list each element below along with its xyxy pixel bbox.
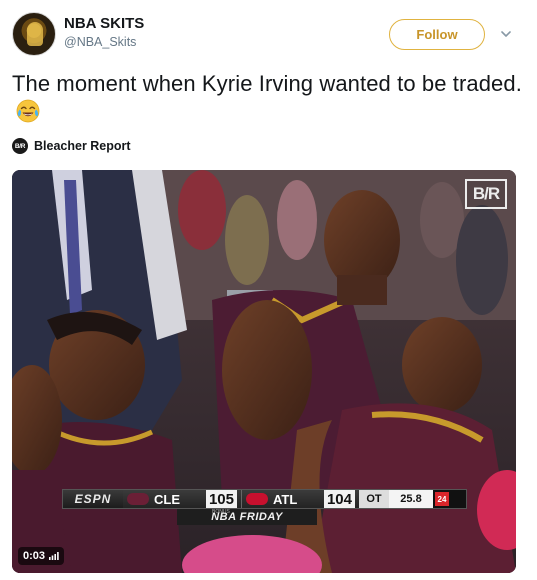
video-duration: 0:03 xyxy=(23,550,46,562)
media-source[interactable]: B/R Bleacher Report xyxy=(12,138,131,154)
video-player[interactable]: B/R ESPN CLE 105 ATL 104 OT 25.8 24 NBA … xyxy=(12,170,516,573)
face-with-tears-of-joy-icon xyxy=(16,99,40,123)
home-score: 105 xyxy=(205,490,237,508)
tweet-header: NBA SKITS @NBA_Skits Follow xyxy=(12,12,525,58)
display-name[interactable]: NBA SKITS xyxy=(64,15,144,32)
network-logo: ESPN xyxy=(63,490,123,508)
source-name[interactable]: Bleacher Report xyxy=(34,139,131,153)
volume-bars-icon xyxy=(49,552,59,560)
source-badge: B/R xyxy=(12,138,28,154)
scorebug: ESPN CLE 105 ATL 104 OT 25.8 24 xyxy=(62,489,467,509)
game-period: OT xyxy=(359,490,389,508)
home-team-abbr: CLE xyxy=(154,491,180,507)
shot-clock: 24 xyxy=(435,492,449,506)
tweet-text: The moment when Kyrie Irving wanted to b… xyxy=(12,70,525,126)
user-handle[interactable]: @NBA_Skits xyxy=(64,35,136,49)
away-team: ATL 104 xyxy=(241,490,359,508)
bonus-indicator: BONUS xyxy=(212,509,230,515)
broadcast-subtitle: NBA FRIDAY xyxy=(177,509,317,525)
video-duration-badge: 0:03 xyxy=(18,547,65,565)
away-team-abbr: ATL xyxy=(273,491,298,507)
game-clock: 25.8 xyxy=(389,490,433,508)
avatar[interactable] xyxy=(12,12,56,56)
bleacher-report-watermark: B/R xyxy=(465,179,507,209)
hawks-logo-icon xyxy=(246,493,268,505)
chevron-down-icon[interactable] xyxy=(499,27,513,41)
follow-button[interactable]: Follow xyxy=(389,19,485,50)
tweet-body: The moment when Kyrie Irving wanted to b… xyxy=(12,71,522,96)
cavaliers-logo-icon xyxy=(127,493,149,505)
home-team: CLE 105 xyxy=(123,490,241,508)
away-score: 104 xyxy=(323,490,355,508)
